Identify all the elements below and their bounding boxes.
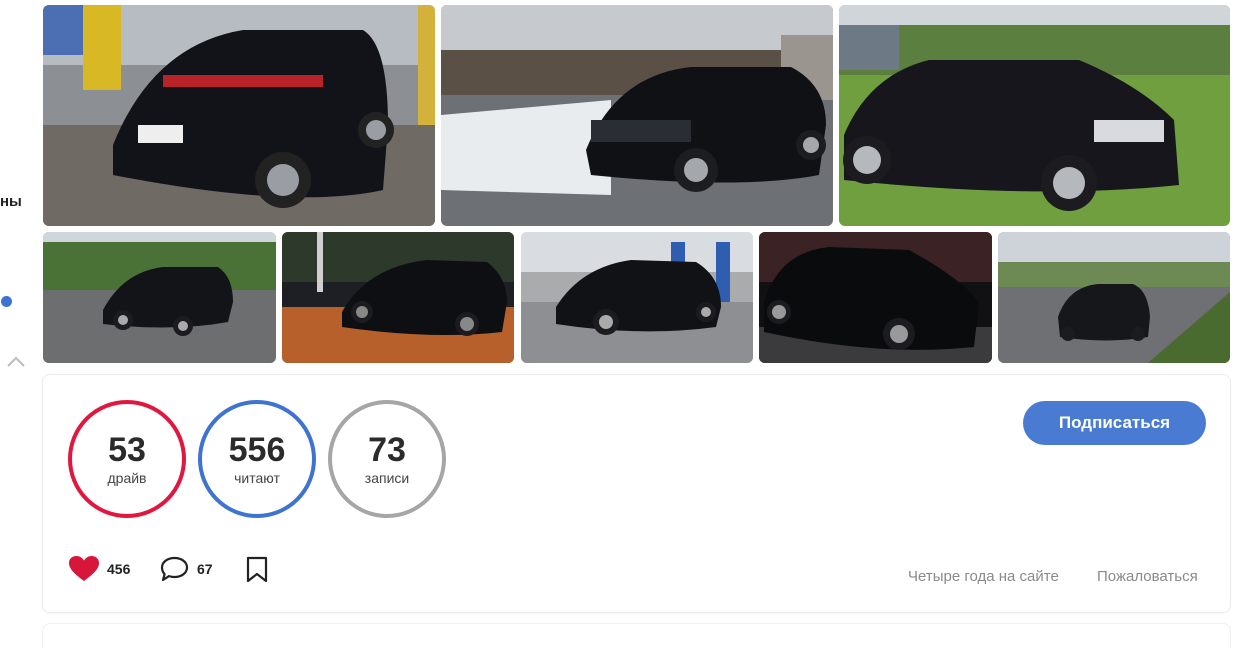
cropped-sidebar-text: ны (0, 193, 22, 210)
photo-snowy-lot[interactable] (441, 5, 833, 226)
stat-drive-label: драйв (107, 470, 147, 486)
photo-wet-road[interactable] (43, 232, 276, 363)
photo-highway-rear[interactable] (998, 232, 1230, 363)
photo-dark-night[interactable] (759, 232, 992, 363)
stat-posts-value: 73 (368, 431, 406, 469)
comments-button[interactable]: 67 (160, 556, 213, 582)
bookmark-icon (246, 556, 268, 583)
like-button[interactable]: 456 (69, 556, 130, 582)
stat-drive-value: 53 (108, 431, 146, 469)
photo-parking-garage[interactable] (43, 5, 435, 226)
stat-posts-label: записи (364, 470, 410, 486)
stat-drive[interactable]: 53 драйв (68, 400, 186, 518)
report-link[interactable]: Пожаловаться (1097, 568, 1198, 585)
stat-readers[interactable]: 556 читают (198, 400, 316, 518)
profile-stats-card: 53 драйв 556 читают 73 записи Подписатьс… (43, 375, 1230, 612)
subscribe-button[interactable]: Подписаться (1023, 401, 1206, 445)
stat-readers-label: читают (234, 470, 280, 486)
bookmark-button[interactable] (245, 556, 269, 583)
photo-night-street[interactable] (282, 232, 514, 363)
next-card-edge (43, 624, 1230, 648)
comment-icon (160, 556, 189, 582)
chevron-up-icon[interactable] (7, 355, 25, 367)
stat-readers-value: 556 (228, 431, 286, 469)
comment-count: 67 (197, 561, 213, 577)
like-count: 456 (107, 561, 131, 577)
photo-green-field[interactable] (839, 5, 1230, 226)
member-since: Четыре года на сайте (908, 568, 1059, 585)
photo-service-garage[interactable] (521, 232, 753, 363)
heart-icon (69, 556, 99, 581)
stat-posts[interactable]: 73 записи (328, 400, 446, 518)
status-dot (1, 296, 12, 307)
